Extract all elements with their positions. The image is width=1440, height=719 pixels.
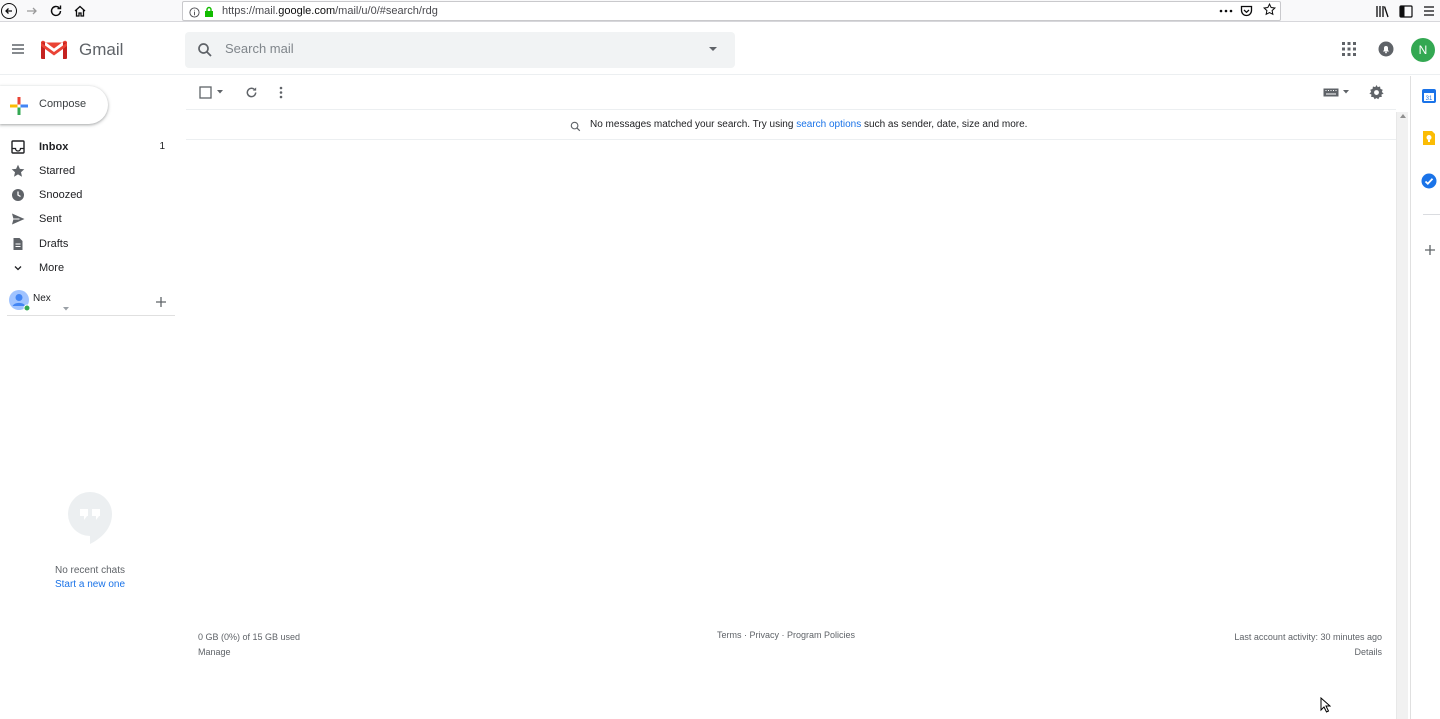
send-icon [11, 212, 25, 226]
tasks-icon[interactable] [1421, 173, 1437, 189]
calendar-icon[interactable]: 31 [1421, 88, 1437, 104]
main-menu-icon[interactable] [8, 39, 28, 59]
user-avatar[interactable] [8, 289, 31, 316]
forward-icon[interactable] [23, 2, 41, 20]
no-results-text: No messages matched your search. Try usi… [590, 119, 1027, 130]
storage-info: 0 GB (0%) of 15 GB used Manage [198, 630, 300, 660]
select-dropdown-icon[interactable] [217, 90, 223, 94]
search-icon[interactable] [197, 42, 213, 58]
app-name[interactable]: Gmail [79, 40, 123, 60]
nav-item-starred[interactable]: Starred [0, 161, 180, 183]
account-avatar[interactable]: N [1411, 38, 1435, 62]
url-path: /mail/u/0/#search/rdg [335, 5, 438, 17]
activity-details-link[interactable]: Details [1234, 645, 1382, 660]
gmail-logo-icon[interactable] [39, 39, 69, 66]
footer-separator: · [741, 630, 750, 640]
home-icon[interactable] [71, 2, 89, 20]
side-panel-divider [1423, 214, 1440, 215]
nav-label-starred: Starred [39, 165, 76, 177]
scroll-up-arrow-icon[interactable] [1400, 114, 1406, 118]
more-options-icon[interactable] [279, 86, 283, 99]
nav-item-inbox[interactable]: Inbox 1 [0, 137, 180, 159]
footer-separator: · [779, 630, 788, 640]
nav-label-snoozed: Snoozed [39, 189, 83, 201]
nav-item-sent[interactable]: Sent [0, 209, 180, 231]
no-recent-chats-text: No recent chats [54, 565, 126, 576]
message-toolbar [186, 76, 1396, 110]
info-icon[interactable] [189, 5, 200, 23]
sidebar-toggle-icon[interactable] [1397, 2, 1415, 20]
footer-links: Terms · Privacy · Program Policies [717, 630, 855, 640]
url-prefix: https://mail. [222, 5, 279, 17]
privacy-link[interactable]: Privacy [750, 630, 780, 640]
compose-plus-icon [10, 97, 28, 120]
nav-label-drafts: Drafts [39, 238, 69, 250]
star-icon [11, 164, 25, 178]
nav-label-more: More [39, 262, 65, 274]
svg-text:31: 31 [1426, 96, 1433, 102]
manage-storage-link[interactable]: Manage [198, 645, 300, 660]
input-tools-keyboard-icon[interactable] [1323, 88, 1339, 97]
hangouts-empty-state: No recent chats Start a new one [0, 490, 180, 590]
search-box[interactable] [185, 32, 735, 68]
terms-link[interactable]: Terms [717, 630, 742, 640]
nav-label-inbox: Inbox [39, 141, 69, 153]
hangouts-quote-icon [66, 490, 114, 551]
new-conversation-plus-icon[interactable] [156, 294, 166, 312]
reload-icon[interactable] [47, 2, 65, 20]
status-dropdown-icon[interactable] [63, 298, 69, 316]
side-panel: 31 [1410, 76, 1440, 719]
last-activity-text: Last account activity: 30 minutes ago [1234, 632, 1382, 642]
main-scrollbar[interactable] [1396, 112, 1408, 719]
browser-toolbar: https://mail.google.com/mail/u/0/#search… [0, 0, 1440, 22]
page-actions-icon[interactable] [1219, 4, 1233, 22]
search-options-link[interactable]: search options [796, 119, 861, 130]
lock-icon[interactable] [204, 5, 214, 23]
inbox-icon [11, 140, 25, 154]
compose-button[interactable]: Compose [0, 86, 108, 124]
bookmark-star-icon[interactable] [1262, 2, 1277, 21]
account-activity: Last account activity: 30 minutes ago De… [1234, 630, 1382, 660]
search-input[interactable] [225, 41, 685, 56]
nav-item-drafts[interactable]: Drafts [0, 234, 180, 256]
no-results-prefix: No messages matched your search. Try usi… [590, 119, 797, 130]
nav-item-snoozed[interactable]: Snoozed [0, 185, 180, 207]
apps-grid-icon[interactable] [1342, 42, 1356, 56]
settings-gear-icon[interactable] [1369, 85, 1384, 100]
url-text: https://mail.google.com/mail/u/0/#search… [222, 5, 438, 17]
search-small-icon [570, 119, 581, 137]
hangouts-user-row: Nex [7, 288, 175, 316]
nav-label-sent: Sent [39, 213, 62, 225]
clock-icon [11, 188, 25, 202]
nav-item-more[interactable]: More [0, 258, 180, 280]
no-results-row: No messages matched your search. Try usi… [186, 110, 1396, 140]
refresh-icon[interactable] [245, 86, 258, 99]
back-icon[interactable] [0, 2, 18, 20]
address-bar[interactable]: https://mail.google.com/mail/u/0/#search… [182, 1, 1281, 21]
select-all-checkbox[interactable] [199, 86, 212, 99]
url-domain: google.com [278, 5, 336, 17]
keep-icon[interactable] [1421, 130, 1437, 146]
input-tools-dropdown-icon[interactable] [1343, 90, 1349, 94]
library-icon[interactable] [1373, 2, 1391, 20]
mouse-cursor-icon [1320, 696, 1332, 718]
hangouts-username[interactable]: Nex [33, 293, 51, 304]
storage-usage-text: 0 GB (0%) of 15 GB used [198, 632, 301, 642]
gmail-header: Gmail N [0, 23, 1440, 75]
notifications-icon[interactable] [1378, 41, 1394, 57]
inbox-count: 1 [159, 141, 165, 152]
program-policies-link[interactable]: Program Policies [787, 630, 855, 640]
draft-icon [11, 237, 25, 251]
search-options-dropdown-icon[interactable] [708, 46, 718, 52]
pocket-icon[interactable] [1240, 4, 1253, 22]
start-new-chat-link[interactable]: Start a new one [0, 579, 180, 590]
no-results-suffix: such as sender, date, size and more. [861, 119, 1028, 130]
get-addons-plus-icon[interactable] [1425, 242, 1440, 258]
chevron-down-icon [11, 261, 25, 275]
compose-label: Compose [39, 98, 87, 110]
browser-menu-icon[interactable] [1420, 2, 1438, 20]
